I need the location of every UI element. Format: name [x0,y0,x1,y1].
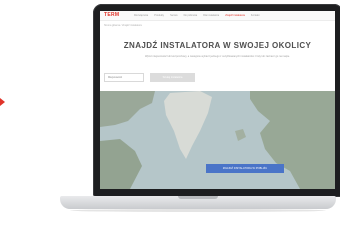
laptop-screen: TERM Rozwiązania Produkty Serwis Do pobr… [100,11,335,189]
breadcrumb[interactable]: Strona główna / Znajdź instalatora [104,24,142,27]
land-iceland [235,129,246,141]
land-south [100,139,142,189]
map-graphic [100,91,335,189]
nav-item-znajdz-instalatora[interactable]: Znajdź instalatora [225,13,245,18]
find-nearby-installer-button[interactable]: ZNAJDŹ INSTALATORA W POBLIŻU [206,164,284,173]
search-button[interactable]: Szukaj instalatora [150,73,195,82]
site-logo[interactable]: TERM [104,12,119,19]
nav-item-serwis[interactable]: Serwis [170,13,178,18]
nav-item-dla-instalatora[interactable]: Dla instalatora [203,13,219,18]
laptop-mockup: TERM Rozwiązania Produkty Serwis Do pobr… [40,0,340,250]
laptop-base [60,196,336,209]
laptop-notch [178,196,218,199]
nav-item-do-pobrania[interactable]: Do pobrania [184,13,198,18]
nav-item-kontakt[interactable]: Kontakt [251,13,259,18]
land-north-america [100,91,155,127]
land-europe [250,91,335,189]
arrow-icon [0,98,5,106]
nav-item-produkty[interactable]: Produkty [154,13,164,18]
main-nav: Rozwiązania Produkty Serwis Do pobrania … [134,13,259,18]
location-search-input[interactable]: Miejscowość [104,73,144,82]
land-greenland [164,91,212,159]
site-header: TERM Rozwiązania Produkty Serwis Do pobr… [100,11,335,21]
laptop-shadow [70,209,326,212]
page-title: ZNAJDŹ INSTALATORA W SWOJEJ OKOLICY [123,41,312,50]
installer-map[interactable]: ZNAJDŹ INSTALATORA W POBLIŻU [100,91,335,189]
laptop-lid: TERM Rozwiązania Produkty Serwis Do pobr… [93,4,340,197]
page-description: Wpisz miejscowość lub kod pocztowy, a na… [145,55,290,58]
nav-item-rozwiazania[interactable]: Rozwiązania [134,13,148,18]
